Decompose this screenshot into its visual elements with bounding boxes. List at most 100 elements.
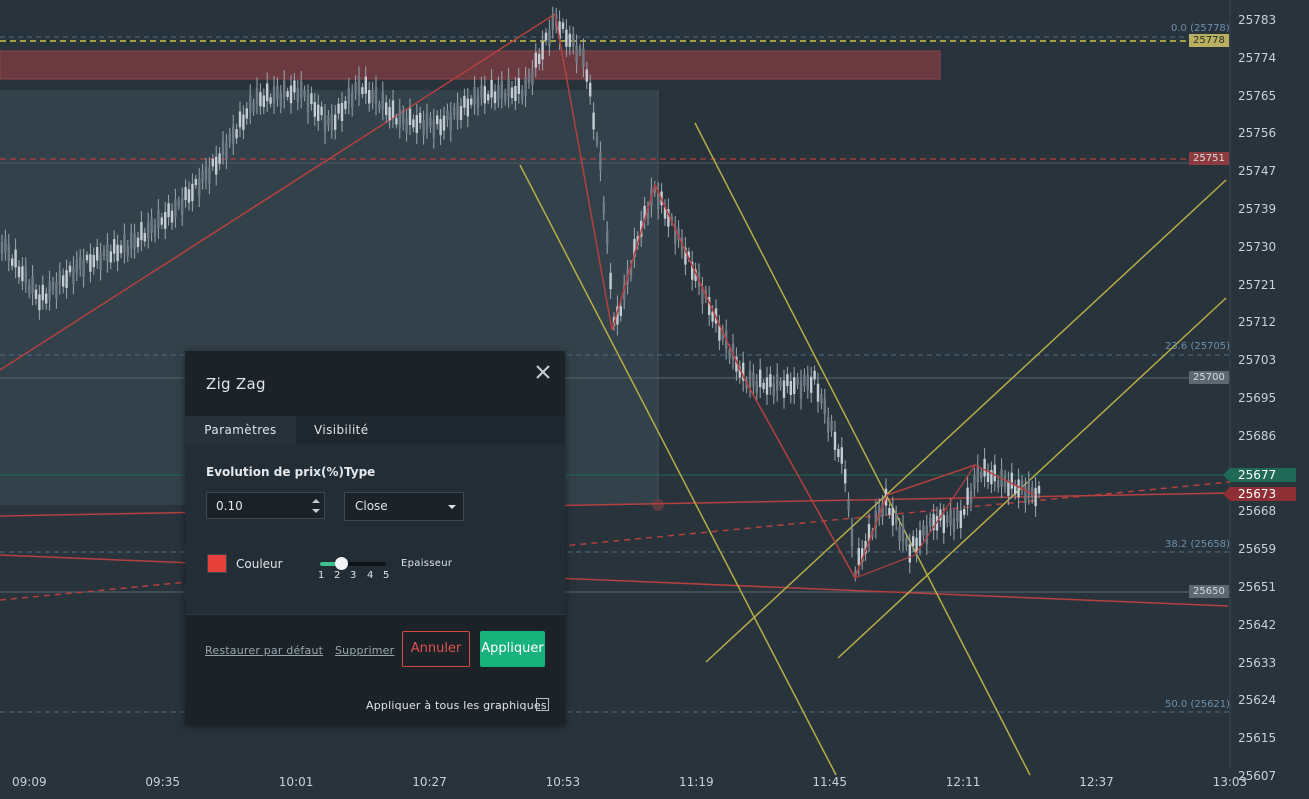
candle-body xyxy=(850,528,854,547)
candle-body xyxy=(762,382,765,389)
close-icon[interactable] xyxy=(534,363,552,381)
thickness-slider-knob[interactable] xyxy=(334,557,348,570)
candle-body xyxy=(391,100,395,118)
candle-body xyxy=(225,143,228,160)
candle-body xyxy=(983,458,986,477)
candle-body xyxy=(266,83,269,102)
apply-all-label: Appliquer à tous les graphiques xyxy=(366,699,547,712)
thickness-label: Epaisseur xyxy=(401,558,453,569)
candle-body xyxy=(347,87,350,105)
y-axis-tick-label: 25739 xyxy=(1238,202,1277,216)
candle-body xyxy=(62,275,65,287)
candle-body xyxy=(150,217,153,233)
candle-body xyxy=(113,239,116,254)
fib-label-236: 23.6 (25705) xyxy=(1165,341,1231,352)
candle-body xyxy=(1014,485,1017,495)
decrement-icon[interactable] xyxy=(312,509,320,513)
candle-body xyxy=(439,119,442,136)
fib-label-0: 0.0 (25778) xyxy=(1171,23,1230,34)
candle-body xyxy=(381,92,384,110)
candle-body xyxy=(446,109,449,121)
candle-body xyxy=(551,15,554,30)
apply-all-checkbox[interactable] xyxy=(536,698,549,711)
y-axis-tick-label: 25633 xyxy=(1238,655,1277,670)
candle-body xyxy=(194,178,197,186)
candle-body xyxy=(476,95,480,108)
candle-body xyxy=(786,374,789,387)
candle-body xyxy=(453,107,456,116)
candle-body xyxy=(755,381,758,393)
y-axis-tick-label: 25703 xyxy=(1238,353,1277,368)
candle-body xyxy=(140,222,143,241)
candle-body xyxy=(1037,485,1041,494)
candle-body xyxy=(164,212,167,229)
delete-link[interactable]: Supprimer xyxy=(335,644,394,657)
color-swatch[interactable] xyxy=(207,554,227,573)
candle-body xyxy=(106,244,109,262)
candle-body xyxy=(364,76,367,94)
thickness-tick: 4 xyxy=(367,570,374,581)
candle-body xyxy=(582,48,585,67)
candle-body xyxy=(279,92,282,106)
candle-body xyxy=(130,233,133,249)
tab-visibilite[interactable]: Visibilité xyxy=(314,416,369,444)
y-axis-tick-label: 25686 xyxy=(1238,428,1277,443)
candle-body xyxy=(521,90,524,100)
candle-body xyxy=(147,222,150,239)
candle-body xyxy=(96,246,99,261)
candle-body xyxy=(211,158,214,167)
increment-icon[interactable] xyxy=(312,499,320,503)
y-axis-tick-label: 25651 xyxy=(1238,580,1277,594)
candle-body xyxy=(925,525,928,544)
candle-body xyxy=(1017,479,1020,498)
candle-body xyxy=(184,187,187,200)
candle-body xyxy=(483,86,486,104)
candle-body xyxy=(847,499,850,511)
candle-body xyxy=(589,82,592,97)
candle-body xyxy=(830,420,833,431)
cancel-button[interactable]: Annuler xyxy=(402,631,470,667)
apply-button[interactable]: Appliquer xyxy=(480,631,545,667)
candle-body xyxy=(4,238,7,253)
candle-body xyxy=(388,107,391,121)
x-axis-tick-label: 10:53 xyxy=(545,775,581,789)
candle-body xyxy=(38,294,41,311)
candle-body xyxy=(385,102,388,115)
price-change-input[interactable]: 0.10 xyxy=(206,492,325,519)
x-axis-tick-label: 12:37 xyxy=(1079,775,1114,789)
candle-body xyxy=(857,548,860,566)
candle-body xyxy=(102,249,106,257)
candle-body xyxy=(952,517,956,532)
zigzag-settings-dialog: Zig Zag Paramètres Visibilité Evolution … xyxy=(185,351,565,724)
resistance-zone[interactable] xyxy=(0,50,941,80)
candle-body xyxy=(255,87,259,105)
fib-label-50: 50.0 (25621) xyxy=(1165,699,1231,710)
thickness-slider[interactable] xyxy=(320,562,386,566)
tab-parametres[interactable]: Paramètres xyxy=(185,416,296,444)
candle-body xyxy=(548,29,551,47)
range-handle[interactable] xyxy=(652,499,664,511)
candle-body xyxy=(170,210,174,223)
candle-body xyxy=(245,108,248,119)
candle-body xyxy=(75,259,78,273)
candle-body xyxy=(769,374,772,388)
candle-body xyxy=(208,167,211,185)
candle-body xyxy=(728,349,731,359)
x-axis-tick-label: 09:09 xyxy=(12,775,47,789)
candle-body xyxy=(395,117,398,125)
y-axis-tick-label: 25774 xyxy=(1238,50,1277,65)
candle-body xyxy=(908,544,911,563)
candle-body xyxy=(85,254,89,261)
y-axis-tick-label: 25783 xyxy=(1238,13,1277,27)
dialog-tabs: Paramètres Visibilité xyxy=(185,416,565,444)
candle-body xyxy=(456,102,459,120)
candle-body xyxy=(844,469,847,484)
candle-body xyxy=(816,383,820,402)
type-select[interactable]: Close xyxy=(344,492,464,521)
thickness-tick: 3 xyxy=(350,570,357,581)
candle-body xyxy=(490,79,493,98)
candle-body xyxy=(524,77,527,96)
candle-body xyxy=(575,45,578,63)
restore-default-link[interactable]: Restaurer par défaut xyxy=(205,644,323,657)
y-axis-tick-label: 25765 xyxy=(1238,88,1277,103)
